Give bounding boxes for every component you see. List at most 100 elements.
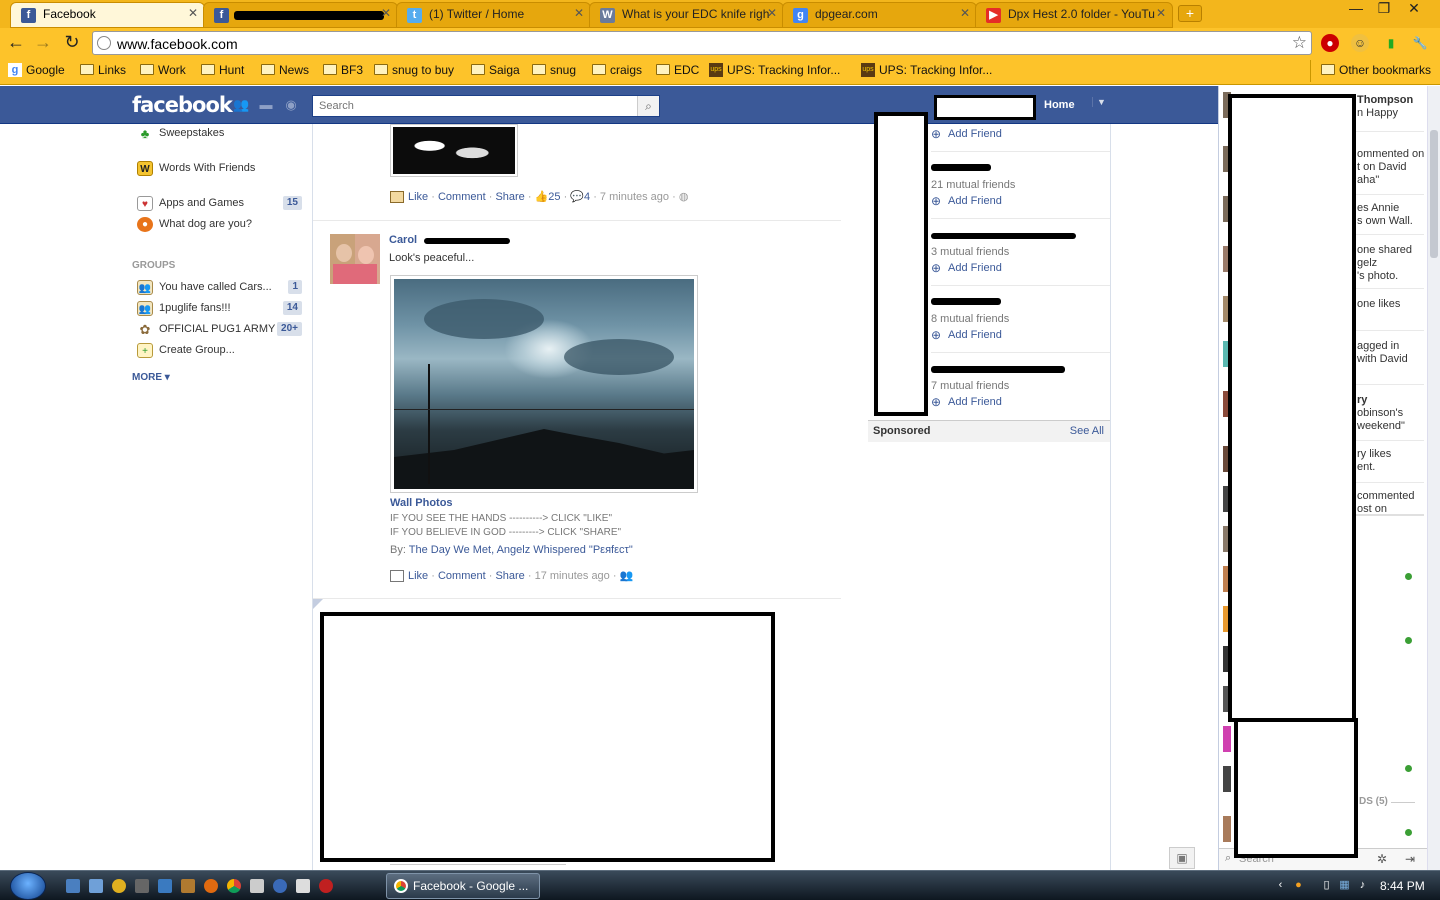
ticker-text[interactable]: one shared: [1357, 244, 1412, 257]
see-all-link[interactable]: See All: [1070, 425, 1104, 437]
account-menu-caret-icon[interactable]: ▼: [1092, 97, 1106, 107]
ticker-text[interactable]: one likes: [1357, 298, 1400, 311]
credit-links[interactable]: The Day We Met, Angelz Whispered "Pεяfεc…: [409, 544, 633, 556]
notifications-globe-icon[interactable]: ◉: [283, 98, 299, 112]
document-icon[interactable]: [296, 879, 310, 893]
mutual-friends-count[interactable]: 7 mutual friends: [931, 380, 1009, 392]
tab-youtube[interactable]: ▶ Dpx Hest 2.0 folder - YouTu ✕: [975, 2, 1173, 28]
bookmark-edc[interactable]: EDC: [656, 63, 699, 77]
more-link[interactable]: MORE ▾: [132, 372, 170, 383]
sidebar-item-sweepstakes[interactable]: ♣ Sweepstakes: [132, 125, 304, 143]
bookmark-work[interactable]: Work: [140, 63, 186, 77]
firefox-icon[interactable]: [204, 879, 218, 893]
avatar[interactable]: [330, 234, 380, 284]
forward-arrow-icon[interactable]: →: [32, 32, 54, 54]
new-tab-button[interactable]: +: [1178, 5, 1202, 22]
sidebar-item-what-dog[interactable]: ● What dog are you?: [132, 216, 304, 234]
group-item-called-cars[interactable]: 👥 You have called Cars... 1: [132, 279, 304, 297]
ticker-text[interactable]: s own Wall.: [1357, 215, 1413, 228]
steam-icon[interactable]: [135, 879, 149, 893]
tray-app-icon[interactable]: ●: [1292, 879, 1305, 892]
tab-edc-knife[interactable]: W What is your EDC knife righ ✕: [589, 2, 784, 28]
ticker-text[interactable]: es Annie: [1357, 202, 1399, 215]
back-arrow-icon[interactable]: ←: [5, 32, 27, 54]
close-window-icon[interactable]: ✕: [1400, 0, 1428, 18]
mutual-friends-count[interactable]: 21 mutual friends: [931, 179, 1015, 191]
bookmark-ups-2[interactable]: ups UPS: Tracking Infor...: [861, 63, 992, 77]
ticker-text[interactable]: gelz: [1357, 257, 1377, 270]
popout-icon[interactable]: ⇥: [1405, 852, 1415, 866]
start-button[interactable]: [10, 872, 46, 900]
bookmark-news[interactable]: News: [261, 63, 309, 77]
add-friend-link[interactable]: Add Friend: [931, 194, 1002, 208]
dock-chat-icon[interactable]: ▣: [1169, 847, 1195, 869]
bookmark-bf3[interactable]: BF3: [323, 63, 363, 77]
add-friend-link[interactable]: Add Friend: [931, 127, 1002, 141]
restore-icon[interactable]: ❐: [1370, 0, 1398, 18]
gear-icon[interactable]: ✲: [1377, 852, 1387, 866]
comment-link[interactable]: Comment: [438, 570, 486, 582]
post-timestamp[interactable]: 17 minutes ago: [535, 570, 610, 582]
ticker-text[interactable]: weekend": [1357, 420, 1405, 433]
like-link[interactable]: Like: [408, 191, 428, 203]
group-item-pug1-army[interactable]: ✿ OFFICIAL PUG1 ARMY 20+: [132, 321, 304, 339]
album-link[interactable]: Wall Photos: [390, 497, 453, 509]
search-icon[interactable]: ⌕: [637, 96, 659, 116]
friend-requests-icon[interactable]: 👥: [233, 98, 249, 112]
ticker-text[interactable]: ry likes: [1357, 448, 1391, 461]
bookmark-hunt[interactable]: Hunt: [201, 63, 244, 77]
mutual-friends-count[interactable]: 8 mutual friends: [931, 313, 1009, 325]
reload-icon[interactable]: ↻: [61, 32, 83, 54]
tab-twitter[interactable]: t (1) Twitter / Home ✕: [396, 2, 591, 28]
like-link[interactable]: Like: [408, 570, 428, 582]
url-text[interactable]: www.facebook.com: [117, 36, 238, 52]
smiley-extension-icon[interactable]: ☺: [1351, 34, 1369, 52]
ticker-text[interactable]: ommented on: [1357, 148, 1424, 161]
friends-online-count[interactable]: DS (5): [1359, 796, 1388, 807]
redacted-profile-name[interactable]: [934, 95, 1036, 120]
create-group-link[interactable]: + Create Group...: [132, 342, 304, 360]
taskbar-item-chrome[interactable]: Facebook - Google ...: [386, 873, 540, 899]
comments-count[interactable]: 💬4: [570, 191, 590, 203]
add-friend-link[interactable]: Add Friend: [931, 395, 1002, 409]
bookmark-star-icon[interactable]: ☆: [1292, 33, 1307, 53]
help-icon[interactable]: [273, 879, 287, 893]
facebook-logo[interactable]: facebook: [132, 93, 233, 117]
tools-icon[interactable]: [181, 879, 195, 893]
remote-desktop-icon[interactable]: [158, 879, 172, 893]
post-timestamp[interactable]: 7 minutes ago: [600, 191, 669, 203]
close-tab-icon[interactable]: ✕: [381, 6, 391, 20]
show-desktop-icon[interactable]: [66, 879, 80, 893]
mutual-friends-count[interactable]: 3 mutual friends: [931, 246, 1009, 258]
tray-expand-icon[interactable]: ‹: [1274, 879, 1287, 892]
ticker-text[interactable]: with David: [1357, 353, 1408, 366]
post-author[interactable]: Carol: [389, 234, 417, 246]
signal-extension-icon[interactable]: ▮: [1382, 34, 1400, 52]
close-tab-icon[interactable]: ✕: [1156, 6, 1166, 20]
ticker-text[interactable]: aha": [1357, 174, 1379, 187]
tab-facebook-2[interactable]: f ✕: [203, 2, 398, 28]
minimize-icon[interactable]: —: [1342, 0, 1370, 18]
volume-icon[interactable]: ♪: [1356, 879, 1369, 892]
tab-dpgear[interactable]: g dpgear.com ✕: [782, 2, 977, 28]
ticker-text[interactable]: 's photo.: [1357, 270, 1398, 283]
likes-count[interactable]: 👍25: [535, 191, 561, 203]
window-icon[interactable]: [250, 879, 264, 893]
page-scrollbar[interactable]: [1427, 86, 1440, 870]
ticker-text[interactable]: commented: [1357, 490, 1414, 503]
add-friend-link[interactable]: Add Friend: [931, 261, 1002, 275]
ticker-text[interactable]: ent.: [1357, 461, 1375, 474]
messages-icon[interactable]: ▬: [258, 98, 274, 112]
bookmark-google[interactable]: g Google: [8, 63, 65, 77]
ticker-text[interactable]: obinson's: [1357, 407, 1403, 420]
wrench-icon[interactable]: 🔧: [1411, 34, 1429, 52]
taskbar-clock[interactable]: 8:44 PM: [1380, 879, 1425, 893]
adblock-extension-icon[interactable]: ●: [1321, 34, 1339, 52]
close-tab-icon[interactable]: ✕: [960, 6, 970, 20]
album-name[interactable]: Wall Photos: [390, 497, 453, 509]
author-name[interactable]: Carol: [389, 234, 417, 246]
ticker-text[interactable]: n Happy: [1357, 107, 1398, 120]
add-friend-link[interactable]: Add Friend: [931, 328, 1002, 342]
group-item-1puglife[interactable]: 👥 1puglife fans!!! 14: [132, 300, 304, 318]
close-tab-icon[interactable]: ✕: [767, 6, 777, 20]
